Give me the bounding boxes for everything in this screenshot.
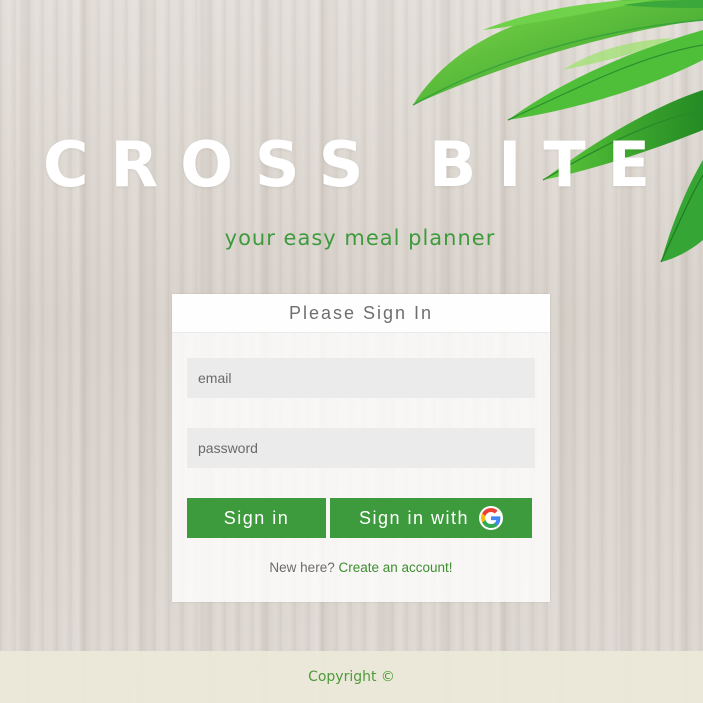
brand-title: CROSS BITE — [42, 128, 673, 201]
footer: Copyright © — [0, 651, 703, 703]
password-input[interactable] — [187, 428, 535, 468]
signin-panel: Please Sign In Sign in Sign in with New … — [172, 294, 550, 602]
google-signin-button[interactable]: Sign in with — [330, 498, 532, 538]
signup-prompt: New here? Create an account! — [172, 560, 550, 575]
copyright-text: Copyright © — [308, 669, 395, 685]
google-g-icon — [479, 506, 504, 530]
signin-header: Please Sign In — [172, 294, 550, 333]
page-background: CROSS BITE your easy meal planner Please… — [0, 0, 703, 703]
signin-button[interactable]: Sign in — [187, 498, 326, 538]
signin-button-label: Sign in — [223, 507, 290, 528]
email-input[interactable] — [187, 358, 535, 398]
new-here-text: New here? — [269, 560, 335, 575]
brand-tagline: your easy meal planner — [224, 226, 496, 250]
create-account-link[interactable]: Create an account! — [338, 560, 452, 575]
google-signin-label: Sign in with — [358, 507, 470, 528]
